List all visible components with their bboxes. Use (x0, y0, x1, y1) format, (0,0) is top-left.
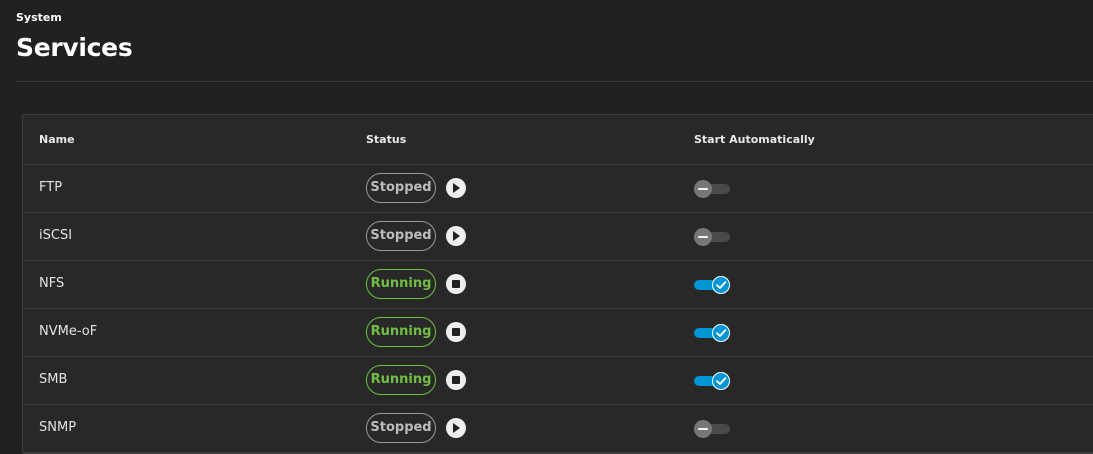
status-badge: Stopped (366, 221, 436, 251)
check-icon (716, 329, 727, 337)
toggle-thumb (694, 420, 712, 438)
play-icon (453, 183, 460, 193)
breadcrumb[interactable]: System (16, 11, 62, 24)
status-badge: Running (366, 269, 436, 299)
stop-icon (452, 328, 460, 336)
stop-service-button[interactable] (446, 370, 466, 390)
service-name: NVMe-oF (39, 324, 98, 339)
start-service-button[interactable] (446, 418, 466, 438)
toggle-thumb (712, 372, 730, 390)
start-automatically-toggle[interactable] (694, 228, 730, 246)
table-row-nvme-of: NVMe-oF Running (23, 309, 1093, 357)
table-row-iscsi: iSCSI Stopped (23, 213, 1093, 261)
start-automatically-toggle[interactable] (694, 276, 730, 294)
stop-service-button[interactable] (446, 274, 466, 294)
header-divider (16, 81, 1093, 82)
start-automatically-toggle[interactable] (694, 420, 730, 438)
start-automatically-toggle[interactable] (694, 372, 730, 390)
minus-icon (698, 188, 708, 190)
stop-icon (452, 376, 460, 384)
status-badge: Running (366, 365, 436, 395)
service-name: FTP (39, 180, 63, 195)
stop-icon (452, 280, 460, 288)
page-title: Services (16, 33, 133, 62)
play-icon (453, 231, 460, 241)
start-service-button[interactable] (446, 178, 466, 198)
toggle-thumb (712, 324, 730, 342)
check-icon (716, 281, 727, 289)
start-automatically-toggle[interactable] (694, 180, 730, 198)
services-table-card: Name Status Start Automatically FTP Stopp… (22, 114, 1093, 454)
table-row-snmp: SNMP Stopped (23, 405, 1093, 453)
toggle-thumb (694, 180, 712, 198)
minus-icon (698, 236, 708, 238)
service-name: SNMP (39, 420, 77, 435)
column-header-status[interactable]: Status (366, 133, 406, 146)
status-badge: Stopped (366, 413, 436, 443)
service-name: iSCSI (39, 228, 73, 243)
service-name: NFS (39, 276, 65, 291)
table-row-nfs: NFS Running (23, 261, 1093, 309)
table-header: Name Status Start Automatically (23, 115, 1093, 165)
start-automatically-toggle[interactable] (694, 324, 730, 342)
status-badge: Running (366, 317, 436, 347)
service-name: SMB (39, 372, 68, 387)
start-service-button[interactable] (446, 226, 466, 246)
minus-icon (698, 428, 708, 430)
column-header-name[interactable]: Name (39, 133, 75, 146)
play-icon (453, 423, 460, 433)
toggle-thumb (694, 228, 712, 246)
toggle-thumb (712, 276, 730, 294)
table-row-smb: SMB Running (23, 357, 1093, 405)
table-row-ftp: FTP Stopped (23, 165, 1093, 213)
status-badge: Stopped (366, 173, 436, 203)
check-icon (716, 377, 727, 385)
column-header-start-automatically[interactable]: Start Automatically (694, 133, 815, 146)
stop-service-button[interactable] (446, 322, 466, 342)
